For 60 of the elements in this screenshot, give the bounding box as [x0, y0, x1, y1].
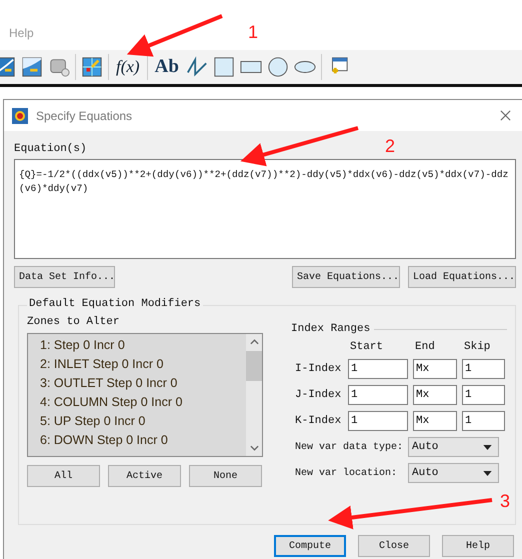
group-title: Default Equation Modifiers [27, 298, 203, 310]
window-title: Specify Equations [36, 108, 134, 122]
scroll-down-icon[interactable] [250, 445, 258, 451]
dropdown-label: New var location: [294, 468, 398, 478]
caret-icon [483, 470, 492, 476]
equation-field[interactable]: {Q}=-1/2*((ddx(v5))**2+(ddy(v6))**2+(ddz(v7))**2)-ddy(v5)*ddx(v6)-ddz(v5)*ddx(v7)-ddz(v6)*ddy(v7) [14, 159, 516, 259]
dialog-button[interactable]: Data Set Info... [14, 266, 115, 288]
dialog-button[interactable]: Close [358, 535, 430, 557]
column-header: Skip [463, 341, 492, 353]
zone-button[interactable]: None [189, 465, 262, 487]
square-icon[interactable] [212, 56, 235, 78]
probe-icon[interactable] [81, 56, 103, 78]
zone-item[interactable]: 6: DOWN Step 0 Incr 0 [40, 431, 246, 450]
index-field[interactable]: 1 [348, 411, 408, 431]
zones-label: Zones to Alter [27, 316, 120, 328]
polyline-icon[interactable] [186, 56, 208, 78]
dropdown-label: New var data type: [294, 442, 404, 452]
close-icon[interactable] [500, 110, 511, 121]
equations-label: Equation(s) [14, 143, 87, 155]
index-field[interactable]: 1 [348, 385, 408, 405]
circle-icon[interactable] [266, 56, 289, 78]
dialog-button[interactable]: Load Equations... [408, 266, 516, 288]
scroll-up-icon[interactable] [250, 339, 258, 345]
zone-list[interactable]: 1: Step 0 Incr 0 2: INLET Step 0 Incr 0 3: OUTLET Step 0 Incr 0 4: COLUMN Step 0 Incr 0 5: UP Step 0 Incr 0 6: DOWN Step 0 Incr 0 [27, 333, 263, 457]
annotation-number: 1 [248, 22, 258, 42]
index-label: I-Index [294, 363, 342, 375]
dropdown[interactable]: Auto [408, 463, 499, 483]
dialog-button[interactable]: Compute [274, 535, 346, 557]
zone-item[interactable]: 1: Step 0 Incr 0 [40, 336, 246, 355]
zone-item[interactable]: 4: COLUMN Step 0 Incr 0 [40, 393, 246, 412]
formula-button[interactable]: f(x) [114, 54, 142, 80]
index-field[interactable]: 1 [462, 385, 505, 405]
index-field[interactable]: 1 [462, 411, 505, 431]
zone-button[interactable]: All [27, 465, 100, 487]
index-field[interactable]: Mx [413, 359, 457, 379]
scroll-bar[interactable] [246, 334, 262, 456]
zone-button[interactable]: Active [108, 465, 181, 487]
index-field[interactable]: Mx [413, 411, 457, 431]
dialog-button[interactable]: Save Equations... [292, 266, 400, 288]
label-icon[interactable] [48, 56, 70, 78]
index-ranges-title: Index Ranges [291, 323, 370, 335]
index-field[interactable]: 1 [462, 359, 505, 379]
column-header: Start [349, 341, 384, 353]
zone-item[interactable]: 2: INLET Step 0 Incr 0 [40, 355, 246, 374]
index-field[interactable]: Mx [413, 385, 457, 405]
annotation-number: 2 [385, 136, 396, 156]
index-field[interactable]: 1 [348, 359, 408, 379]
dialog-button[interactable]: Help [442, 535, 514, 557]
column-header: End [414, 341, 436, 353]
contour-icon[interactable] [0, 56, 16, 78]
annotation-number: 3 [500, 491, 510, 511]
app-icon [12, 108, 28, 124]
text-tool-button[interactable]: Ab [152, 54, 181, 80]
index-label: K-Index [294, 415, 342, 427]
dropdown[interactable]: Auto [408, 437, 499, 457]
zone-item[interactable]: 3: OUTLET Step 0 Incr 0 [40, 374, 246, 393]
caret-icon [483, 444, 492, 450]
slice-icon[interactable] [21, 56, 43, 78]
zone-item[interactable]: 5: UP Step 0 Incr 0 [40, 412, 246, 431]
index-label: J-Index [294, 389, 342, 401]
